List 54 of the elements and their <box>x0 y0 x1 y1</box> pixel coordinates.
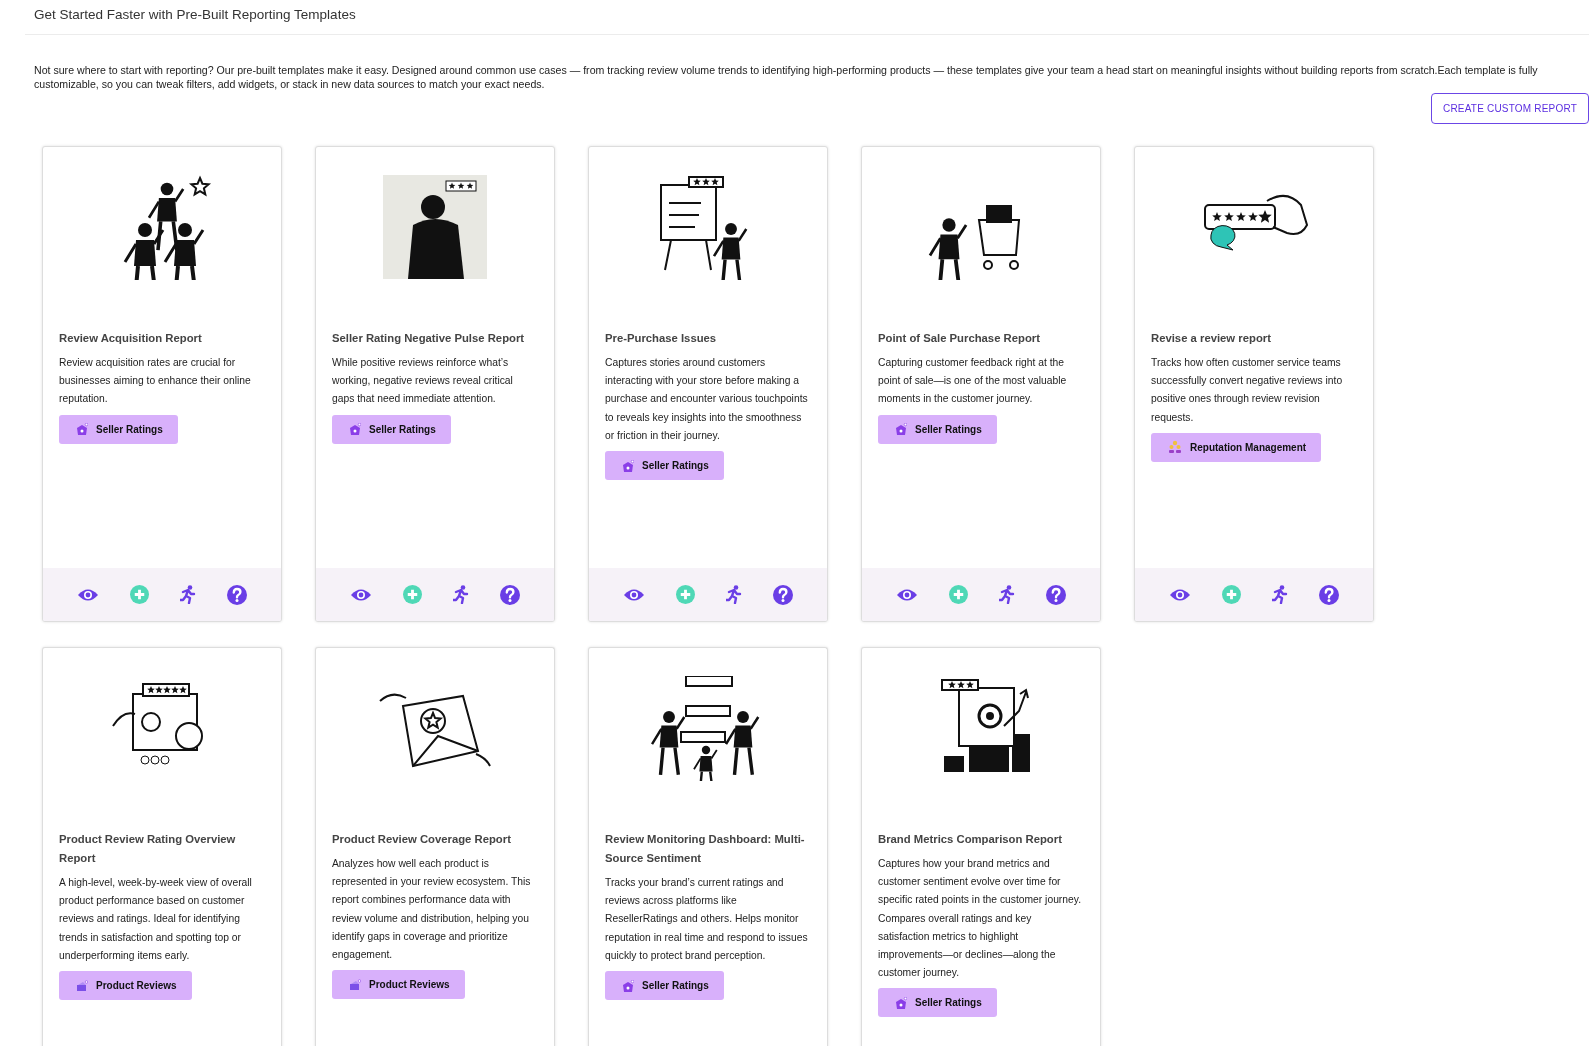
help-icon[interactable] <box>227 584 248 605</box>
running-person-icon[interactable] <box>726 585 743 604</box>
eye-icon[interactable] <box>76 587 99 602</box>
intro-text: Not sure where to start with reporting? Our pre-built templates make it easy. Designed around common use cases — from tracking review volume trends to identifying high-performing products — these templates give your team a head start on meaningful insights without building reports from scratch.Each template is fully customizable, so you can tweak filters, add widgets, or stack in new data sources to match your exact needs. <box>34 63 1539 91</box>
help-icon[interactable] <box>773 584 794 605</box>
template-title: Pre-Purchase Issues <box>605 331 718 346</box>
template-title: Brand Metrics Comparison Report <box>878 832 1063 847</box>
bag-icon <box>895 996 907 1009</box>
eye-icon[interactable] <box>895 587 918 602</box>
running-person-icon[interactable] <box>453 585 470 604</box>
template-title: Review Acquisition Report <box>59 331 203 346</box>
box-icon <box>76 979 88 992</box>
running-person-icon[interactable] <box>1272 585 1289 604</box>
category-tag[interactable]: Reputation Management <box>1151 432 1322 462</box>
template-title: Revise a review report <box>1151 331 1272 346</box>
bag-icon <box>349 423 361 436</box>
bag-icon <box>622 459 634 472</box>
eye-icon[interactable] <box>349 587 372 602</box>
category-tag[interactable]: Seller Ratings <box>878 988 997 1018</box>
help-icon[interactable] <box>1319 584 1340 605</box>
help-icon[interactable] <box>1046 584 1067 605</box>
category-tag[interactable]: Product Reviews <box>332 970 465 1000</box>
category-tag[interactable]: Seller Ratings <box>332 414 451 444</box>
eye-icon[interactable] <box>622 587 645 602</box>
box-icon <box>349 978 361 991</box>
template-description: Review acquisition rates are crucial for businesses aiming to enhance their online reputation. <box>59 356 252 407</box>
template-title: Product Review Coverage Report <box>332 832 512 847</box>
template-description: Tracks how often customer service teams successfully convert negative reviews into positive ones through review revision requests. <box>1151 356 1344 425</box>
category-tag[interactable]: Product Reviews <box>59 971 192 1000</box>
create-report-button[interactable]: CREATE CUSTOM REPORT <box>1431 93 1589 124</box>
people-icon <box>1168 440 1182 455</box>
template-title: Seller Rating Negative Pulse Report <box>332 331 526 346</box>
template-title: Point of Sale Purchase Report <box>878 331 1041 346</box>
bag-icon <box>622 979 634 992</box>
bag-icon <box>895 423 907 436</box>
category-tag[interactable]: Seller Ratings <box>59 414 178 444</box>
bag-icon <box>76 423 88 436</box>
category-tag[interactable]: Seller Ratings <box>605 451 724 480</box>
template-description: Capturing customer feedback right at the point of sale—is one of the most valuable moments in the customer journey. <box>878 356 1068 407</box>
template-description: Captures stories around customers interacting with your store before making a purchase and encounter various touchpoints to reveals key insights into the smoothness or friction in their journey. <box>605 356 809 443</box>
template-description: Analyzes how well each product is represented in your review ecosystem. This report combines performance data with review volume and distribution, helping you identify gaps in coverage and prioritize engagement. <box>332 857 532 962</box>
template-title: Product Review Rating Overview Report <box>59 832 237 866</box>
running-person-icon[interactable] <box>999 585 1016 604</box>
template-description: Captures how your brand metrics and customer sentiment evolve over time for specific rated points in the customer journey. Compares overall ratings and key satisfaction metrics to highlight improvements—or declines—along the customer journey. <box>878 857 1082 981</box>
template-description: A high-level, week-by-week view of overall product performance based on customer reviews and ratings. Ideal for identifying trends in satisfaction and spotting top or underperforming items early. <box>59 876 253 963</box>
help-icon[interactable] <box>500 584 521 605</box>
template-description: While positive reviews reinforce what’s working, negative reviews reveal critical gaps that need immediate attention. <box>332 356 514 407</box>
category-tag[interactable]: Seller Ratings <box>878 414 997 444</box>
running-person-icon[interactable] <box>180 585 197 604</box>
template-title: Review Monitoring Dashboard: Multi-Source Sentiment <box>605 832 806 866</box>
eye-icon[interactable] <box>1168 587 1191 602</box>
template-description: Tracks your brand’s current ratings and reviews across platforms like ResellerRatings and others. Helps monitor reputation in real time and respond to issues quickly to protect brand perception. <box>605 876 809 963</box>
category-tag[interactable]: Seller Ratings <box>605 971 724 1000</box>
page-title: Get Started Faster with Pre-Built Reporting Templates <box>34 7 357 22</box>
